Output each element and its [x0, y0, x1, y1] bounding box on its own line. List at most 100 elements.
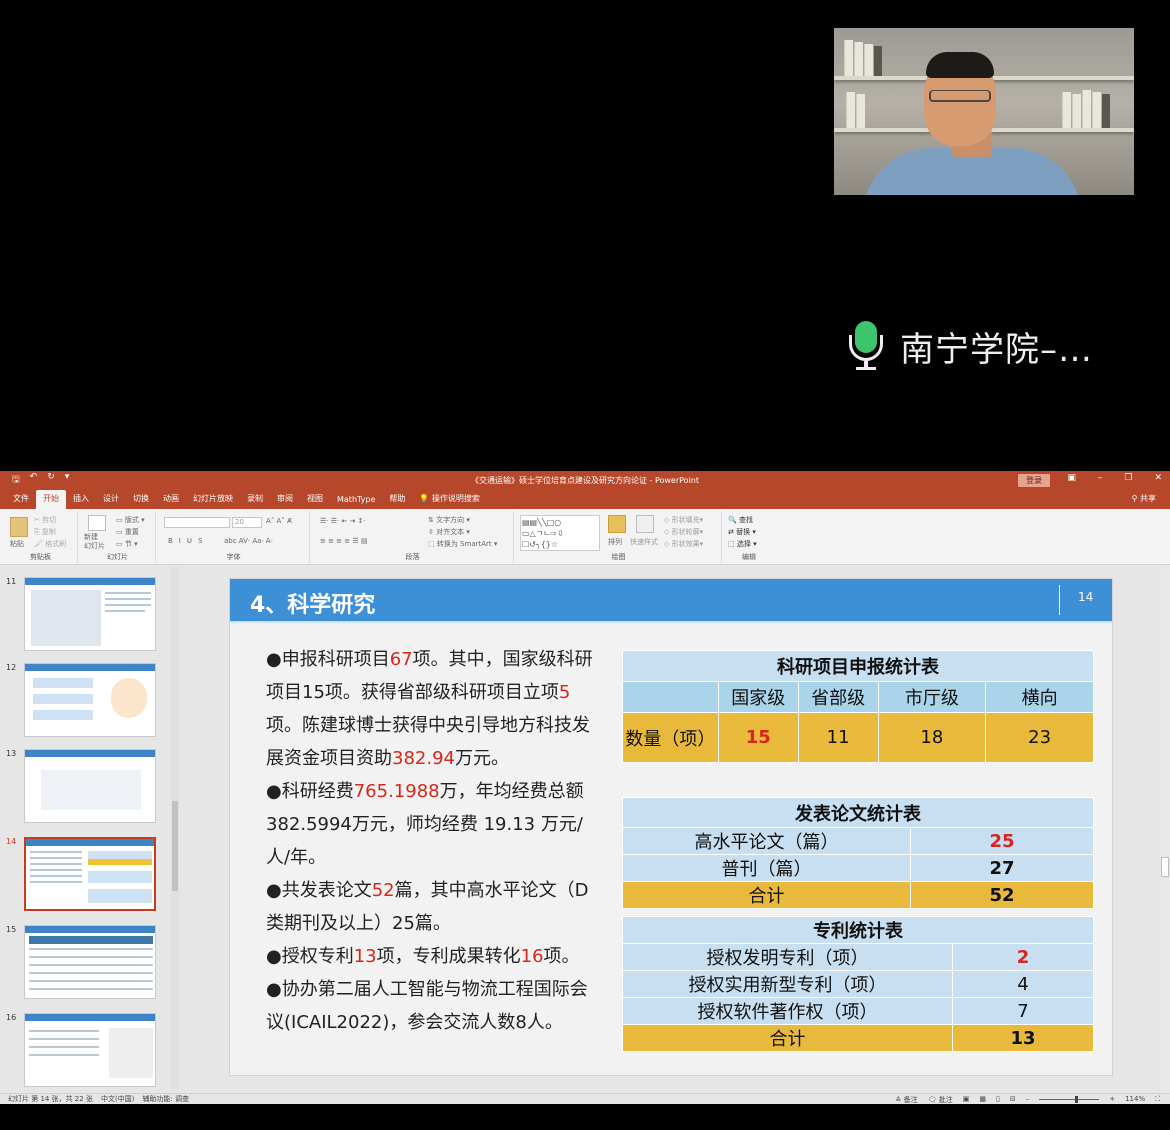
group-drawing: ▤▤╲╲□○ ▭△ㄱㄴ⇨⇩ ☐↺╮{}☆ 排列 快速样式 ◇ 形状填充▾ ◇ 形状…	[516, 511, 722, 563]
comments-button[interactable]: 🗨 批注	[928, 1095, 953, 1105]
align-text-button[interactable]: ⇳ 对齐文本 ▾	[428, 527, 470, 537]
tab-record[interactable]: 录制	[240, 490, 270, 509]
arrange-icon[interactable]	[608, 515, 626, 533]
normal-view-icon[interactable]: ▣	[963, 1095, 970, 1105]
tab-design[interactable]: 设计	[96, 490, 126, 509]
table-cell: 27	[910, 854, 1094, 882]
font-size-box[interactable]: 20	[232, 517, 262, 528]
quick-styles-button[interactable]: 快速样式	[630, 537, 658, 547]
bullet-highlight: 382.94	[392, 748, 455, 769]
lightbulb-icon: 💡	[419, 494, 430, 503]
tab-view[interactable]: 视图	[300, 490, 330, 509]
slide-thumbnail[interactable]	[24, 577, 156, 651]
thumbnail-scrollbar[interactable]	[171, 567, 179, 1089]
accessibility-status[interactable]: 辅助功能: 调查	[142, 1094, 189, 1104]
zoom-in-icon[interactable]: +	[1109, 1095, 1115, 1105]
align-buttons[interactable]: ≡ ≡ ≡ ≡ ☰ ▤	[320, 537, 367, 545]
share-button[interactable]: ⚲ 共享	[1132, 493, 1156, 504]
group-label-clipboard: 剪贴板	[30, 553, 51, 561]
login-button[interactable]: 登录	[1018, 474, 1050, 487]
reading-view-icon[interactable]: ▯	[996, 1095, 1000, 1105]
slide-title: 4、科学研究	[250, 593, 376, 618]
undo-icon[interactable]: ↶	[30, 472, 38, 488]
tab-animations[interactable]: 动画	[156, 490, 186, 509]
quick-styles-icon[interactable]	[636, 515, 654, 533]
slide-thumbnail[interactable]	[24, 663, 156, 737]
bullet-text-part: ●共发表论文	[266, 880, 372, 901]
patent-stats-table: 专利统计表 授权发明专利（项） 2 授权实用新型专利（项） 4 授权软件著作权（…	[622, 916, 1094, 1052]
table-cell: 2	[952, 943, 1094, 971]
table-cell: 7	[952, 997, 1094, 1025]
minimize-icon[interactable]: –	[1098, 473, 1103, 483]
tab-review[interactable]: 审阅	[270, 490, 300, 509]
table-row-label: 普刊（篇）	[622, 854, 911, 882]
fit-slide-icon[interactable]: ⛶	[1155, 1095, 1160, 1105]
section-button[interactable]: ▭ 节 ▾	[116, 539, 138, 549]
table-caption: 科研项目申报统计表	[622, 650, 1094, 682]
reset-button[interactable]: ▭ 重置	[116, 527, 139, 537]
new-slide-icon[interactable]	[88, 515, 106, 531]
table-cell: 25	[910, 827, 1094, 855]
table-header-cell: 市厅级	[877, 681, 987, 713]
slide-thumbnail[interactable]	[24, 749, 156, 823]
zoom-out-icon[interactable]: –	[1026, 1095, 1030, 1105]
select-button[interactable]: ⬚ 选择 ▾	[728, 539, 757, 549]
cut-button[interactable]: ✂ 剪切	[34, 515, 56, 525]
shape-effects-button[interactable]: ◇ 形状效果▾	[664, 539, 703, 549]
slideshow-icon[interactable]: ⊟	[1010, 1095, 1016, 1105]
restore-icon[interactable]: ❐	[1124, 473, 1132, 483]
redo-icon[interactable]: ↻	[47, 472, 55, 488]
tab-transitions[interactable]: 切换	[126, 490, 156, 509]
font-format-buttons[interactable]: BIUS	[168, 537, 208, 545]
tab-slideshow[interactable]: 幻灯片放映	[186, 490, 240, 509]
font-extra-buttons[interactable]: abc AV· Aa· A·	[224, 537, 273, 545]
share-label: 共享	[1140, 494, 1156, 503]
language-status[interactable]: 中文(中国)	[101, 1094, 134, 1104]
copy-button[interactable]: ⎘ 复制	[34, 527, 56, 537]
tab-mathtype[interactable]: MathType	[330, 492, 382, 509]
find-button[interactable]: 🔍 查找	[728, 515, 753, 525]
ribbon-display-icon[interactable]: ▣	[1067, 473, 1076, 483]
slide-thumbnail[interactable]	[24, 1013, 156, 1087]
shape-outline-button[interactable]: ◇ 形状轮廓▾	[664, 527, 703, 537]
table-row-label: 授权实用新型专利（项）	[622, 970, 953, 998]
zoom-level[interactable]: 114%	[1125, 1095, 1145, 1105]
new-slide-button[interactable]: 新建 幻灯片	[84, 533, 105, 551]
text-direction-button[interactable]: ⇅ 文字方向 ▾	[428, 515, 470, 525]
screen: 南宁学院–… 🖫 ↶ ↻ ▾ 《交通运输》硕士学位培育点建设及研究方向论证 - …	[0, 0, 1170, 1130]
zoom-slider[interactable]	[1039, 1096, 1100, 1103]
slide-counter: 幻灯片 第 14 张，共 22 张	[8, 1095, 93, 1103]
bullet-text: ●申报科研项目67项。其中，国家级科研项目15项。获得省部级科研项目立项5项。陈…	[266, 643, 596, 1039]
group-label-paragraph: 段落	[405, 553, 420, 561]
table-cell: 23	[985, 712, 1094, 763]
paste-button[interactable]: 粘贴	[10, 539, 24, 549]
tab-help[interactable]: 帮助	[382, 490, 412, 509]
slide-canvas[interactable]: 4、科学研究 14 ●申报科研项目67项。其中，国家级科研项目15项。获得省部级…	[229, 578, 1113, 1076]
tab-file[interactable]: 文件	[6, 490, 36, 509]
tab-insert[interactable]: 插入	[66, 490, 96, 509]
font-size-controls[interactable]: A˄ A˅ Ⱥ	[266, 517, 292, 525]
customize-icon[interactable]: ▾	[65, 472, 70, 488]
arrange-button[interactable]: 排列	[608, 537, 622, 547]
replace-button[interactable]: ⇄ 替换 ▾	[728, 527, 756, 537]
tab-home[interactable]: 开始	[36, 490, 66, 509]
table-caption: 发表论文统计表	[622, 797, 1094, 828]
paste-icon[interactable]	[10, 517, 28, 537]
table-cell: 4	[952, 970, 1094, 998]
tell-me-search[interactable]: 💡 操作说明搜索	[412, 490, 487, 509]
layout-button[interactable]: ▭ 版式 ▾	[116, 515, 145, 525]
smartart-button[interactable]: ⬚ 转换为 SmartArt ▾	[428, 539, 497, 549]
slide-thumbnail[interactable]	[24, 925, 156, 999]
close-icon[interactable]: ✕	[1154, 473, 1162, 483]
save-icon[interactable]: 🖫	[12, 472, 20, 488]
slide-scrollbar[interactable]	[1160, 567, 1170, 1093]
slide-thumbnail-active[interactable]	[24, 837, 156, 911]
font-name-box[interactable]	[164, 517, 230, 528]
shape-fill-button[interactable]: ◇ 形状填充▾	[664, 515, 703, 525]
list-buttons[interactable]: ☰· ☰· ⇤ ⇥ ↕·	[320, 517, 366, 525]
format-painter-button[interactable]: 🖌 格式刷	[34, 539, 66, 549]
slide-sorter-icon[interactable]: ▦	[979, 1095, 986, 1105]
shapes-gallery[interactable]: ▤▤╲╲□○ ▭△ㄱㄴ⇨⇩ ☐↺╮{}☆	[520, 515, 600, 551]
speaker-name: 南宁学院–…	[900, 329, 1093, 370]
notes-button[interactable]: ≙ 备注	[896, 1095, 918, 1105]
